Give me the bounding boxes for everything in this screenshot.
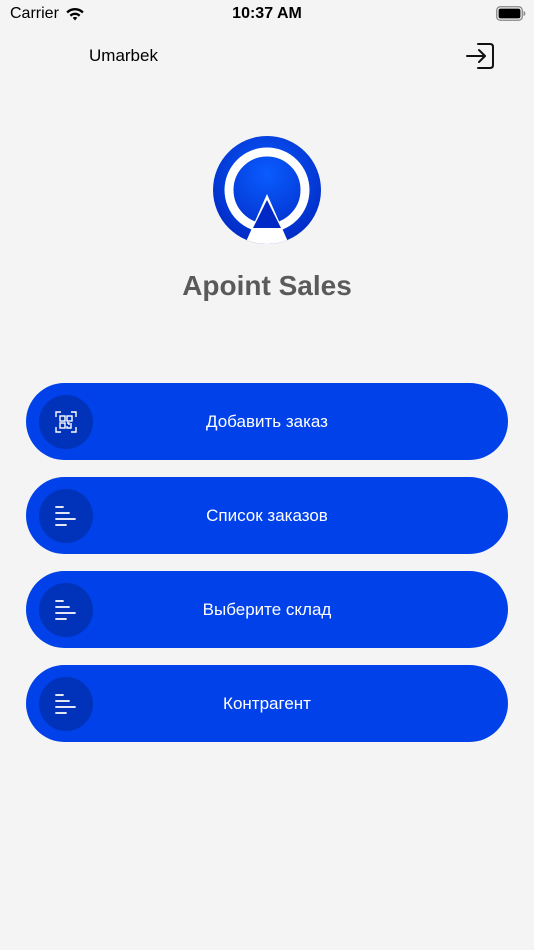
logout-icon[interactable] (464, 40, 496, 72)
counterparty-label: Контрагент (223, 693, 311, 713)
battery-icon (496, 6, 526, 21)
order-list-button[interactable]: Список заказов (26, 477, 508, 554)
apoint-logo (213, 136, 321, 244)
app-title: Apoint Sales (182, 270, 352, 301)
main-screen: Carrier 10:37 AM Umarbek Apoint Sales До… (0, 0, 534, 950)
add-order-button[interactable]: Добавить заказ (26, 383, 508, 460)
order-list-label: Список заказов (206, 505, 328, 525)
add-order-label: Добавить заказ (206, 411, 328, 431)
username-label: Umarbek (89, 46, 158, 65)
status-time: 10:37 AM (232, 5, 302, 22)
status-bar: Carrier 10:37 AM (0, 0, 534, 28)
select-warehouse-button[interactable]: Выберите склад (26, 571, 508, 648)
counterparty-button[interactable]: Контрагент (26, 665, 508, 742)
select-warehouse-label: Выберите склад (202, 599, 332, 619)
